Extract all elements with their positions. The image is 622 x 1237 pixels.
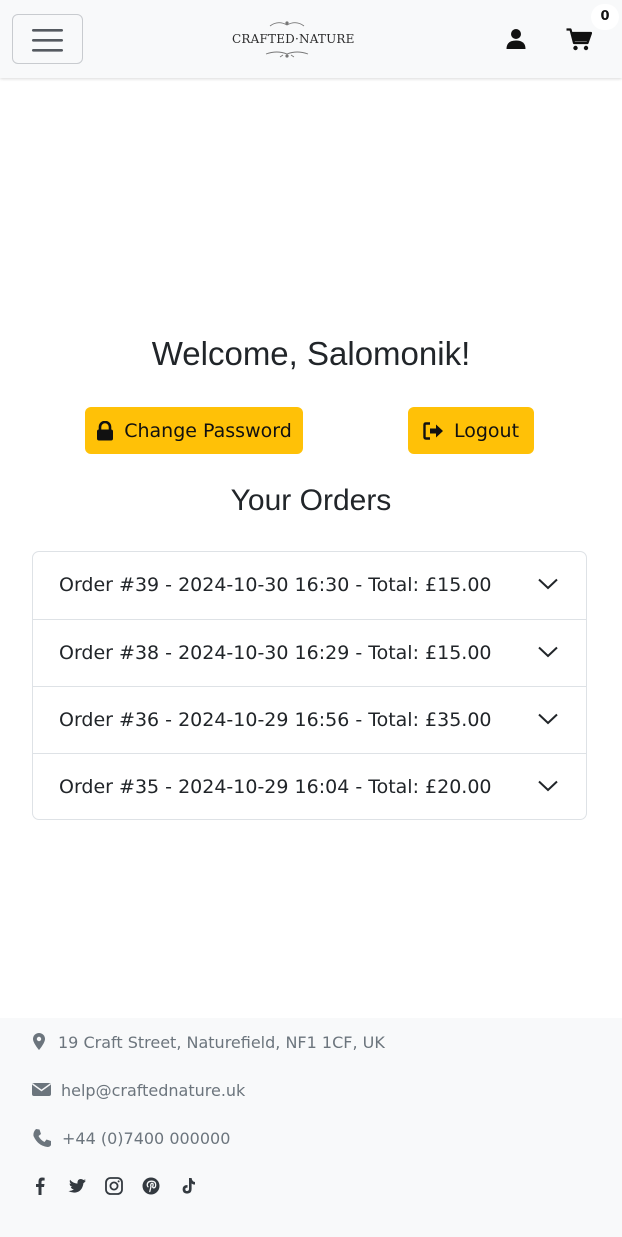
phone-icon [33,1129,51,1147]
chevron-down-icon [538,578,558,590]
lock-icon [97,420,114,440]
address-text: 19 Craft Street, Naturefield, NF1 1CF, U… [58,1032,385,1052]
twitter-icon[interactable] [67,1176,87,1196]
chevron-down-icon [538,780,558,792]
phone-link[interactable]: +44 (0)7400 000000 [62,1129,230,1148]
logout-label: Logout [453,419,520,442]
social-links [30,1176,198,1196]
change-password-button[interactable]: Change Password [85,407,303,454]
order-item[interactable]: Order #36 - 2024-10-29 16:56 - Total: £3… [33,686,586,753]
pinterest-icon[interactable] [141,1176,161,1196]
footer-address: 19 Craft Street, Naturefield, NF1 1CF, U… [32,1032,385,1052]
change-password-label: Change Password [124,419,292,442]
email-link[interactable]: help@craftednature.uk [61,1081,245,1100]
order-item[interactable]: Order #38 - 2024-10-30 16:29 - Total: £1… [33,619,586,686]
instagram-icon[interactable] [104,1176,124,1196]
orders-heading: Your Orders [230,484,392,517]
welcome-heading: Welcome, Salomonik! [151,335,471,372]
order-item[interactable]: Order #39 - 2024-10-30 16:30 - Total: £1… [33,552,586,619]
tiktok-icon[interactable] [178,1176,198,1196]
footer: 19 Craft Street, Naturefield, NF1 1CF, U… [0,1018,622,1237]
order-label: Order #39 - 2024-10-30 16:30 - Total: £1… [59,574,492,596]
order-label: Order #38 - 2024-10-30 16:29 - Total: £1… [59,642,492,664]
logout-icon [423,421,443,440]
footer-email[interactable]: help@craftednature.uk [32,1080,245,1100]
cart-count-badge: 0 [591,4,619,30]
user-icon[interactable] [505,28,527,50]
order-label: Order #36 - 2024-10-29 16:56 - Total: £3… [59,709,492,731]
cart-icon[interactable] [566,28,592,51]
navbar: CRAFTED·NATURE 0 [0,0,622,78]
order-label: Order #35 - 2024-10-29 16:04 - Total: £2… [59,776,492,798]
brand-name: CRAFTED·NATURE [232,32,355,46]
chevron-down-icon [538,713,558,725]
orders-accordion: Order #39 - 2024-10-30 16:30 - Total: £1… [32,551,587,820]
map-marker-icon [33,1033,45,1050]
chevron-down-icon [538,646,558,658]
brand-logo[interactable]: CRAFTED·NATURE [232,14,355,64]
envelope-icon [32,1083,51,1096]
menu-toggle-button[interactable] [12,14,83,64]
footer-phone[interactable]: +44 (0)7400 000000 [32,1128,230,1148]
facebook-icon[interactable] [30,1176,50,1196]
logout-button[interactable]: Logout [408,407,534,454]
order-item[interactable]: Order #35 - 2024-10-29 16:04 - Total: £2… [33,753,586,819]
hamburger-icon [32,29,63,52]
